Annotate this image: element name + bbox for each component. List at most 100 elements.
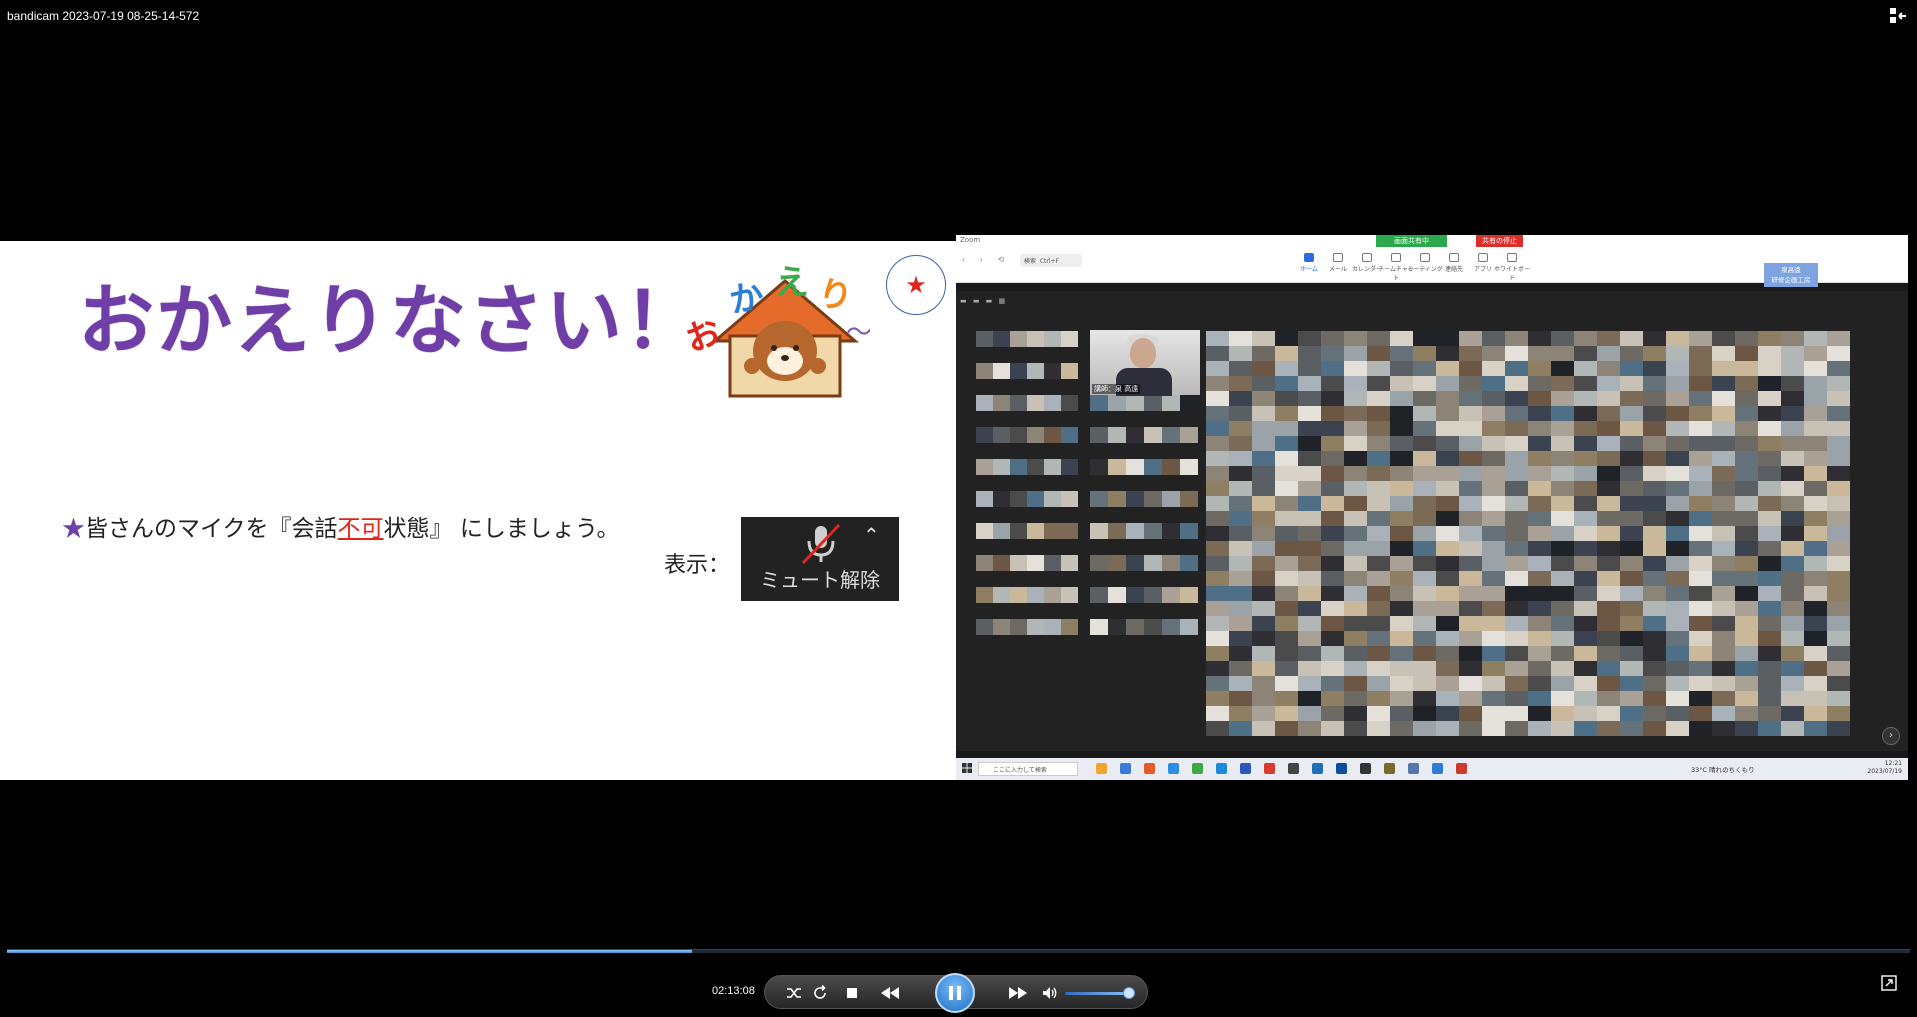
mosaic-block: [1597, 361, 1620, 376]
mosaic-block: [1367, 631, 1390, 646]
mosaic-block: [1252, 361, 1275, 376]
mosaic-block: [1390, 436, 1413, 451]
mosaic-block: [1482, 361, 1505, 376]
mosaic-block: [1689, 631, 1712, 646]
mosaic-block: [1712, 331, 1735, 346]
mosaic-block: [1298, 586, 1321, 601]
weather-widget[interactable]: 33°C 晴れのちくもり: [1691, 764, 1755, 774]
volume-knob[interactable]: [1123, 987, 1135, 999]
mosaic-block: [1367, 601, 1390, 616]
mosaic-block: [1482, 346, 1505, 361]
mosaic-block: [1367, 706, 1390, 721]
volume-icon[interactable]: [1039, 982, 1061, 1004]
stop-share-button[interactable]: 共有の停止: [1476, 235, 1523, 247]
mosaic-block: [1804, 556, 1827, 571]
mosaic-block: [1344, 556, 1367, 571]
taskbar-app-icon[interactable]: [1120, 763, 1131, 774]
mosaic-block: [1126, 491, 1144, 507]
mosaic-block: [1010, 587, 1027, 603]
mosaic-block: [1027, 491, 1044, 507]
shuffle-icon[interactable]: [783, 982, 805, 1004]
repeat-icon[interactable]: [809, 982, 831, 1004]
mosaic-block: [1574, 451, 1597, 466]
mosaic-block: [993, 459, 1010, 475]
taskbar-app-icon[interactable]: [1432, 763, 1443, 774]
pause-button[interactable]: [935, 973, 975, 1013]
slide-title: おかえりなさい！: [78, 276, 702, 365]
mosaic-block: [1413, 541, 1436, 556]
system-clock[interactable]: 12:21 2023/07/19: [1867, 760, 1902, 776]
mic-instruction: ★皆さんのマイクを『会話不可状態』 にしましょう。: [62, 509, 619, 543]
taskbar-app-icon[interactable]: [1384, 763, 1395, 774]
mosaic-block: [1298, 526, 1321, 541]
mosaic-block: [1804, 331, 1827, 346]
taskbar-app-icon[interactable]: [1360, 763, 1371, 774]
mosaic-block: [1275, 466, 1298, 481]
mosaic-block: [1758, 391, 1781, 406]
mosaic-block: [1505, 406, 1528, 421]
mosaic-block: [1643, 661, 1666, 676]
mosaic-block: [1643, 541, 1666, 556]
next-page-icon[interactable]: ›: [1882, 727, 1900, 745]
mosaic-block: [1390, 511, 1413, 526]
mosaic-block: [1804, 616, 1827, 631]
mosaic-block: [1804, 526, 1827, 541]
mosaic-block: [1620, 541, 1643, 556]
zoom-search[interactable]: 検索 Ctrl+F: [1020, 254, 1082, 267]
mosaic-block: [1298, 616, 1321, 631]
taskbar-app-icon[interactable]: [1288, 763, 1299, 774]
mosaic-block: [1413, 646, 1436, 661]
mosaic-block: [1781, 511, 1804, 526]
taskbar-app-icon[interactable]: [1144, 763, 1155, 774]
stop-icon[interactable]: [841, 982, 863, 1004]
taskbar-app-icon[interactable]: [1240, 763, 1251, 774]
taskbar-app-icon[interactable]: [1264, 763, 1275, 774]
mosaic-block: [1597, 586, 1620, 601]
taskbar-app-icon[interactable]: [1216, 763, 1227, 774]
taskbar-app-icon[interactable]: [1192, 763, 1203, 774]
mosaic-block: [1551, 526, 1574, 541]
mascot-illustration: お か え り 〜: [680, 256, 872, 406]
mosaic-block: [1229, 376, 1252, 391]
mosaic-block: [1804, 406, 1827, 421]
share-status[interactable]: 画面共有中: [1376, 235, 1447, 247]
taskbar-app-icon[interactable]: [1096, 763, 1107, 774]
mosaic-block: [1620, 451, 1643, 466]
zoom-tab-7[interactable]: ホワイトボード: [1494, 253, 1530, 282]
mosaic-block: [993, 587, 1010, 603]
mosaic-block: [1712, 361, 1735, 376]
mosaic-block: [1758, 691, 1781, 706]
fast-forward-icon[interactable]: [1003, 982, 1033, 1004]
mosaic-block: [1321, 481, 1344, 496]
windows-start-icon[interactable]: [962, 763, 972, 773]
mosaic-block: [1413, 601, 1436, 616]
mosaic-block: [1804, 346, 1827, 361]
pin-icon[interactable]: [1888, 6, 1908, 26]
taskbar-search[interactable]: ここに入力して検索: [978, 762, 1078, 776]
mosaic-block: [1044, 363, 1061, 379]
zoom-tab-icon: [1362, 253, 1372, 262]
taskbar-app-icon[interactable]: [1312, 763, 1323, 774]
taskbar-app-icon[interactable]: [1456, 763, 1467, 774]
mosaic-block: [1390, 496, 1413, 511]
mosaic-block: [1643, 556, 1666, 571]
mosaic-block: [1758, 511, 1781, 526]
rewind-icon[interactable]: [875, 982, 905, 1004]
fullscreen-icon[interactable]: [1881, 975, 1897, 991]
mosaic-block: [1367, 436, 1390, 451]
mosaic-block: [1413, 406, 1436, 421]
taskbar-app-icon[interactable]: [1408, 763, 1419, 774]
mosaic-block: [1459, 616, 1482, 631]
mosaic-block: [1061, 523, 1078, 539]
taskbar-app-icon[interactable]: [1168, 763, 1179, 774]
mosaic-block: [1643, 346, 1666, 361]
nav-arrows[interactable]: ‹ › ⟲: [962, 255, 1010, 264]
taskbar-app-icon[interactable]: [1336, 763, 1347, 774]
seek-bar[interactable]: [7, 949, 1910, 953]
mosaic-block: [1712, 436, 1735, 451]
mosaic-block: [1781, 391, 1804, 406]
speaker-tile[interactable]: 講師：泉 高遠: [1090, 330, 1200, 396]
mosaic-block: [1643, 391, 1666, 406]
mosaic-block: [1689, 391, 1712, 406]
mosaic-block: [1574, 406, 1597, 421]
